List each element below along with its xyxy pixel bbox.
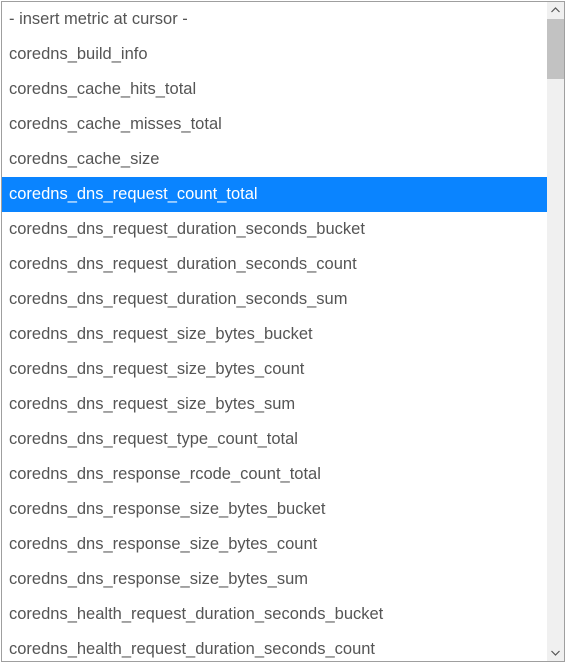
- scrollbar-track[interactable]: [547, 19, 564, 644]
- metric-option[interactable]: coredns_dns_request_duration_seconds_cou…: [2, 247, 547, 282]
- metric-option[interactable]: coredns_health_request_duration_seconds_…: [2, 597, 547, 632]
- metric-option[interactable]: coredns_dns_response_size_bytes_count: [2, 527, 547, 562]
- metric-option[interactable]: coredns_cache_misses_total: [2, 107, 547, 142]
- scrollbar[interactable]: [547, 2, 564, 661]
- metric-placeholder-option[interactable]: - insert metric at cursor -: [2, 2, 547, 37]
- metric-option[interactable]: coredns_dns_response_rcode_count_total: [2, 457, 547, 492]
- metric-option[interactable]: coredns_dns_request_duration_seconds_sum: [2, 282, 547, 317]
- metric-dropdown[interactable]: - insert metric at cursor - coredns_buil…: [1, 1, 565, 662]
- scroll-down-button[interactable]: [547, 644, 564, 661]
- scrollbar-thumb[interactable]: [547, 19, 564, 79]
- scroll-up-button[interactable]: [547, 2, 564, 19]
- metric-option[interactable]: coredns_dns_response_size_bytes_bucket: [2, 492, 547, 527]
- metric-option[interactable]: coredns_dns_request_duration_seconds_buc…: [2, 212, 547, 247]
- metric-option[interactable]: coredns_dns_request_size_bytes_sum: [2, 387, 547, 422]
- chevron-down-icon: [551, 648, 560, 657]
- metric-option[interactable]: coredns_dns_request_count_total: [2, 177, 547, 212]
- metric-option[interactable]: coredns_build_info: [2, 37, 547, 72]
- metric-option[interactable]: coredns_cache_hits_total: [2, 72, 547, 107]
- metric-option[interactable]: coredns_dns_request_type_count_total: [2, 422, 547, 457]
- metric-option[interactable]: coredns_cache_size: [2, 142, 547, 177]
- chevron-up-icon: [551, 6, 560, 15]
- metric-listbox[interactable]: - insert metric at cursor - coredns_buil…: [2, 2, 547, 661]
- metric-option[interactable]: coredns_dns_request_size_bytes_count: [2, 352, 547, 387]
- metric-option[interactable]: coredns_dns_response_size_bytes_sum: [2, 562, 547, 597]
- metric-option[interactable]: coredns_health_request_duration_seconds_…: [2, 632, 547, 661]
- metric-option[interactable]: coredns_dns_request_size_bytes_bucket: [2, 317, 547, 352]
